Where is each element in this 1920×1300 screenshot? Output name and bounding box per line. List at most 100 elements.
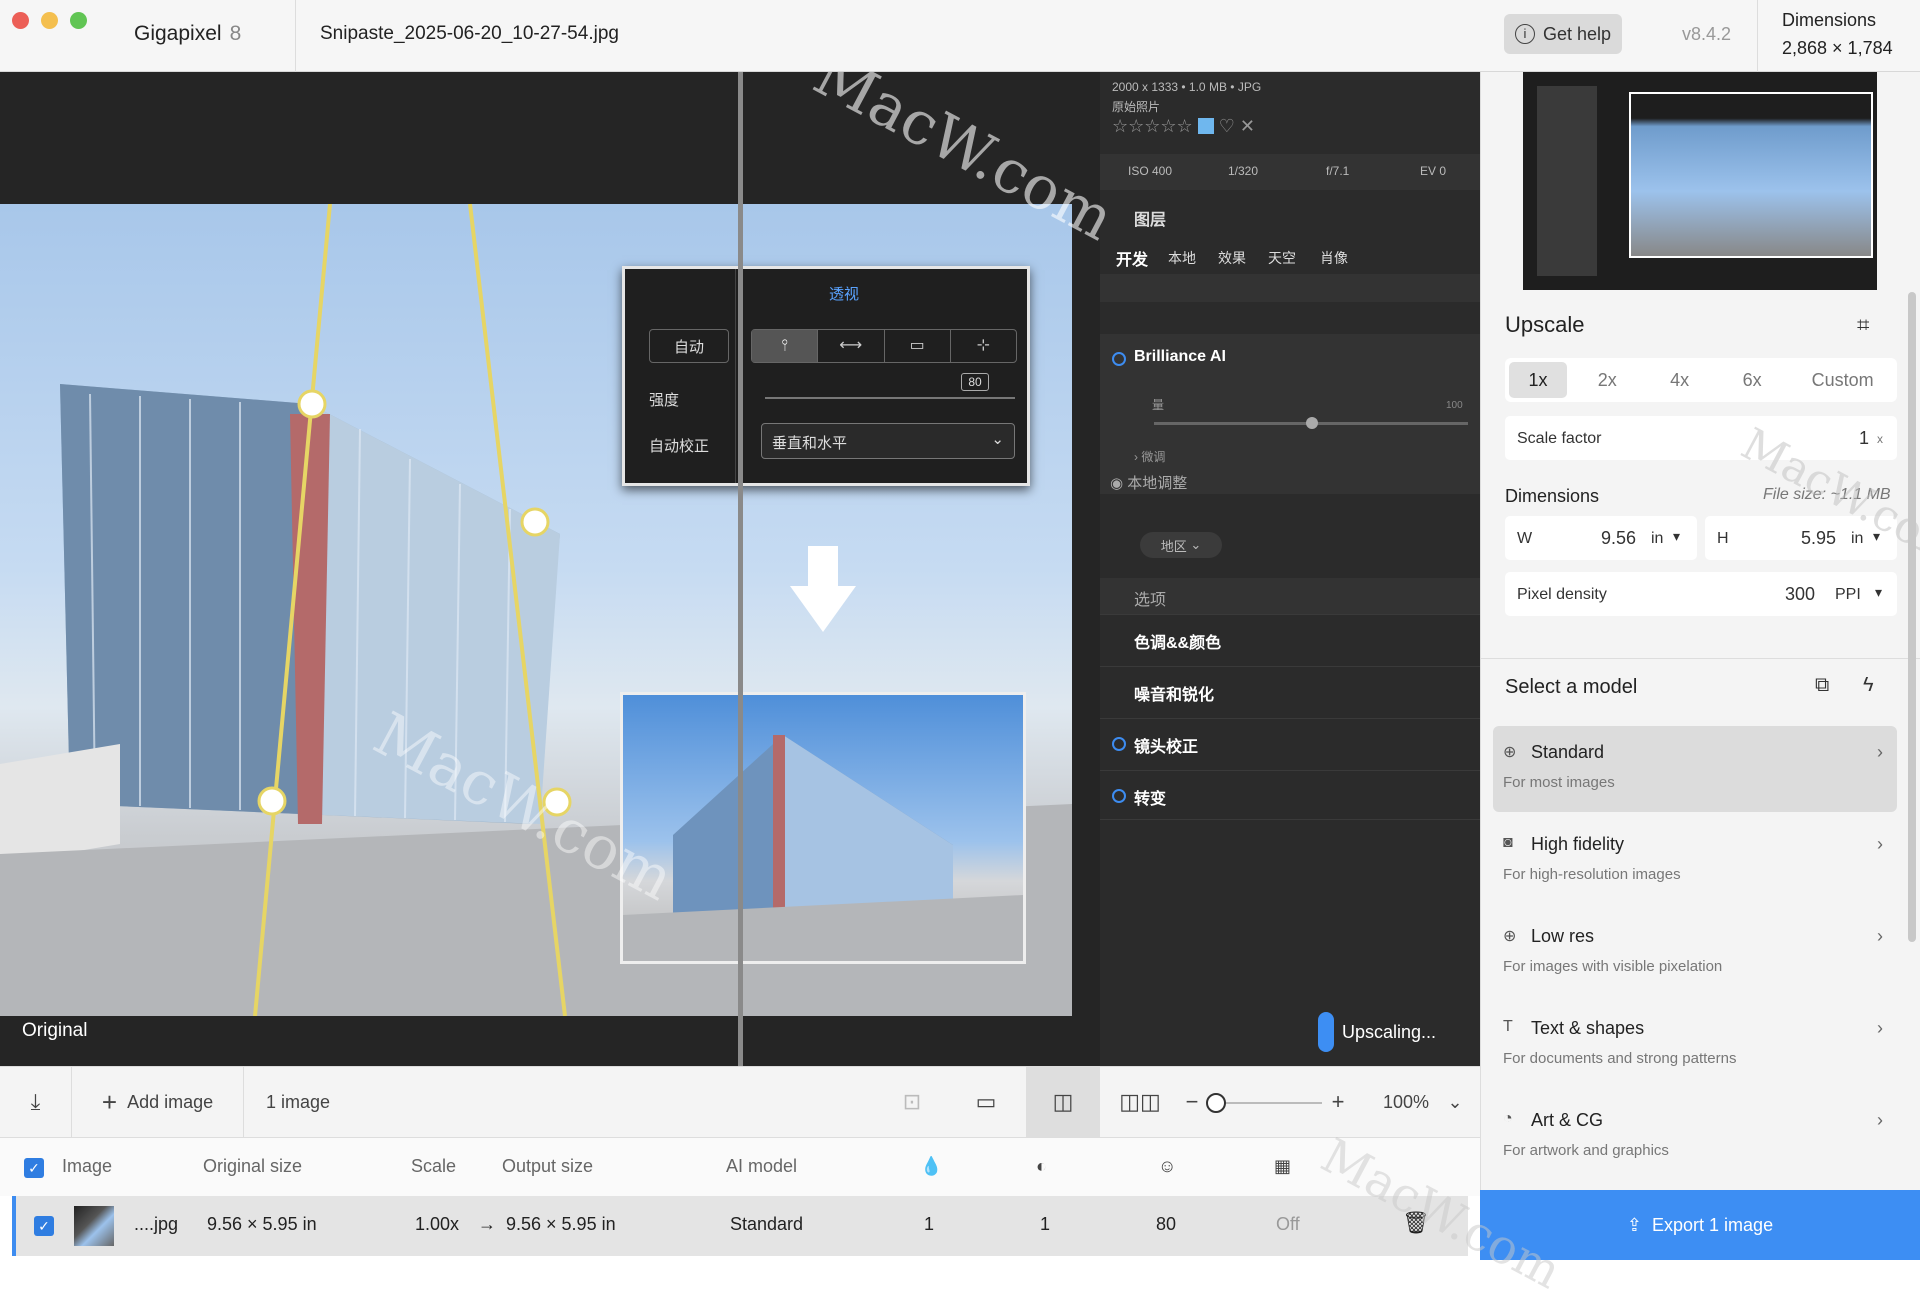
auto-correct-label: 自动校正 — [649, 438, 710, 455]
globe-icon: ⊕ — [1503, 744, 1517, 761]
image-viewer[interactable]: 2000 x 1333 • 1.0 MB • JPG 原始照片 ☆☆☆☆☆ ♡ … — [0, 72, 1480, 1066]
minimize-window-button[interactable] — [41, 12, 58, 29]
header-scale: Scale — [411, 1156, 457, 1176]
version-label: v8.4.2 — [1682, 24, 1732, 44]
chevron-down-icon[interactable]: ⌄ — [1440, 1067, 1470, 1137]
download-icon[interactable]: ⤓ — [0, 1067, 72, 1137]
single-view-icon[interactable]: ▭ — [954, 1067, 1018, 1137]
tab-effects: 效果 — [1218, 250, 1246, 266]
amount-slider-thumb — [1306, 417, 1318, 429]
spinner-icon — [1318, 1012, 1334, 1052]
right-panel: Upscale ⌗ 1x 2x 4x 6x Custom Scale facto… — [1480, 72, 1920, 1260]
get-help-button[interactable]: i Get help — [1504, 14, 1622, 54]
text-icon: T — [1503, 1018, 1513, 1035]
panel-toolbar — [1100, 274, 1480, 302]
row-output-size: 9.56 × 5.95 in — [506, 1214, 616, 1234]
camera-icon: ◙ — [1503, 834, 1513, 851]
scrollbar[interactable] — [1908, 292, 1916, 942]
corrected-building-illustration — [623, 735, 1023, 961]
model-desc: For most images — [1503, 774, 1615, 791]
model-name: High fidelity — [1531, 834, 1625, 854]
scale-option-2x[interactable]: 2x — [1571, 358, 1643, 402]
strength-label: 强度 — [649, 392, 680, 409]
header-output-size: Output size — [502, 1156, 594, 1176]
side-by-side-icon[interactable]: ◫◫ — [1108, 1067, 1172, 1137]
scale-option-4x[interactable]: 4x — [1643, 358, 1715, 402]
get-help-label: Get help — [1542, 23, 1612, 44]
scale-factor-field[interactable]: Scale factor 1 x — [1505, 416, 1897, 460]
zoom-out-icon[interactable]: − — [1180, 1067, 1204, 1137]
compare-divider-handle[interactable] — [738, 72, 743, 1066]
width-unit: in — [1651, 530, 1664, 547]
crop-icon[interactable]: ⌗ — [1857, 312, 1869, 338]
tone-color-section: 色调&&颜色 — [1100, 614, 1480, 664]
exif-aperture: f/7.1 — [1326, 164, 1350, 178]
pixel-density-label: Pixel density — [1517, 586, 1607, 603]
pixel-density-value: 300 — [1785, 584, 1816, 604]
model-desc: For artwork and graphics — [1503, 1142, 1669, 1159]
row-name: ....jpg — [134, 1214, 179, 1234]
model-desc: For images with visible pixelation — [1503, 958, 1723, 975]
grid-globe-icon: ⊕ — [1503, 928, 1517, 945]
model-desc: For documents and strong patterns — [1503, 1050, 1737, 1067]
toggle-icon — [1112, 352, 1126, 366]
split-view-icon[interactable]: ◫ — [1026, 1067, 1100, 1137]
region-dropdown: 地区 ⌄ — [1140, 532, 1222, 558]
chevron-right-icon: › — [1877, 834, 1883, 854]
model-art-cg[interactable]: ◔ Art & CG For artwork and graphics › — [1493, 1094, 1897, 1180]
chevron-down-icon[interactable]: ▾ — [1875, 584, 1882, 601]
divider — [1481, 658, 1920, 659]
toggle-icon — [1112, 789, 1126, 803]
plus-icon: + — [101, 1086, 118, 1117]
title-bar: Gigapixel 8 Snipaste_2025-06-20_10-27-54.… — [0, 0, 1920, 72]
toggle-icon — [1112, 737, 1126, 751]
maximize-window-button[interactable] — [70, 12, 87, 29]
model-high-fidelity[interactable]: ◙ High fidelity For high-resolution imag… — [1493, 818, 1897, 904]
row-ai-model: Standard — [730, 1214, 804, 1234]
navigator-thumbnail[interactable] — [1523, 72, 1877, 290]
upscaling-status-text: Upscaling... — [1342, 1021, 1437, 1042]
lens-correction-label: 镜头校正 — [1134, 739, 1199, 756]
row-face-value: 80 — [1156, 1214, 1177, 1234]
perspective-title: 透视 — [829, 286, 860, 303]
zoom-slider-thumb[interactable] — [1206, 1093, 1226, 1113]
share-icon: ⇪ — [1626, 1214, 1643, 1235]
row-checkbox[interactable]: ✓ — [34, 1216, 54, 1236]
file-name: Snipaste_2025-06-20_10-27-54.jpg — [320, 23, 619, 44]
zoom-level: 100% — [1382, 1091, 1430, 1112]
fine-tune-row: › 微调 — [1134, 450, 1166, 464]
close-window-button[interactable] — [12, 12, 29, 29]
compare-models-icon[interactable]: ⧉ — [1815, 674, 1829, 697]
width-field[interactable]: W 9.56 in ▾ — [1505, 516, 1697, 560]
height-value: 5.95 — [1801, 528, 1837, 548]
width-label: W — [1517, 530, 1533, 547]
screenshot-icon[interactable]: ⊡ — [892, 1067, 932, 1137]
lens-correction-section: 镜头校正 — [1100, 718, 1480, 768]
exif-iso: ISO 400 — [1128, 164, 1173, 178]
lightning-icon[interactable]: ϟ — [1863, 674, 1874, 697]
dimensions-label: Dimensions — [1505, 486, 1600, 506]
scale-option-custom[interactable]: Custom — [1788, 358, 1897, 402]
original-label: Original — [22, 1020, 88, 1041]
model-low-res[interactable]: ⊕ Low res For images with visible pixela… — [1493, 910, 1897, 996]
chevron-down-icon[interactable]: ▾ — [1673, 528, 1680, 545]
model-text-shapes[interactable]: T Text & shapes For documents and strong… — [1493, 1002, 1897, 1088]
scale-selector: 1x 2x 4x 6x Custom — [1505, 358, 1897, 402]
brilliance-section: Brilliance AI 量 100 › 微调 ◉ 本地调整 — [1100, 334, 1480, 494]
pixel-density-field[interactable]: Pixel density 300 PPI ▾ — [1505, 572, 1897, 616]
height-label: H — [1717, 530, 1729, 547]
chevron-down-icon: ⌄ — [991, 431, 1004, 448]
exif-bar: ISO 400 1/320 f/7.1 EV 0 — [1100, 154, 1480, 190]
export-label: Export 1 image — [1652, 1214, 1774, 1235]
model-standard[interactable]: ⊕ Standard For most images › — [1493, 726, 1897, 812]
select-all-checkbox[interactable]: ✓ — [24, 1158, 44, 1178]
scale-option-1x[interactable]: 1x — [1509, 362, 1567, 398]
scale-factor-label: Scale factor — [1517, 430, 1602, 447]
zoom-slider[interactable] — [1212, 1102, 1322, 1104]
table-row[interactable]: ✓ ....jpg 9.56 × 5.95 in 1.00x → 9.56 × … — [12, 1196, 1468, 1256]
add-image-button[interactable]: + Add image — [72, 1067, 244, 1137]
header-original-size: Original size — [203, 1156, 303, 1176]
amount-max: 100 — [1446, 400, 1463, 411]
scale-option-6x[interactable]: 6x — [1716, 358, 1788, 402]
auto-correct-dropdown: 垂直和水平 ⌄ — [761, 423, 1015, 459]
